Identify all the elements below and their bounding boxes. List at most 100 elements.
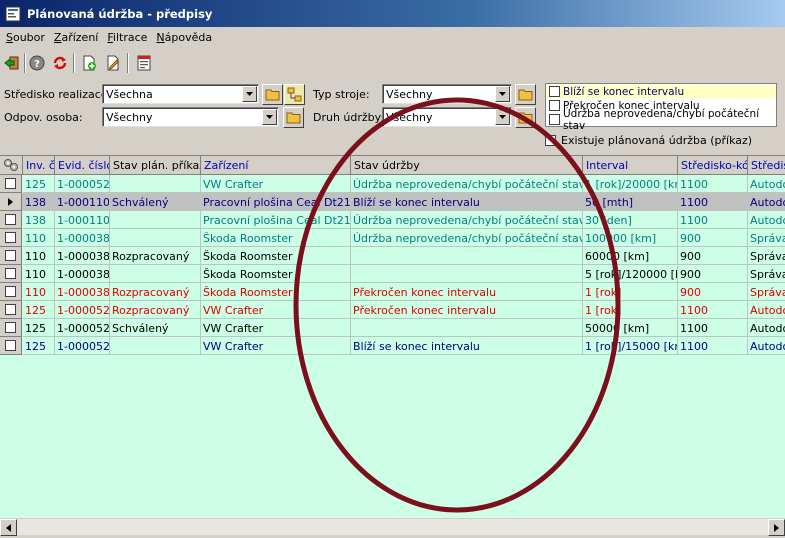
cell-stav-prikazu[interactable]: Schválený	[110, 193, 201, 211]
exists-checkbox[interactable]	[545, 135, 556, 146]
legend-item-not-performed[interactable]: Údržba neprovedena/chybí počáteční stav	[547, 108, 776, 132]
chevron-down-icon[interactable]	[262, 109, 277, 125]
row-selector[interactable]	[0, 193, 22, 211]
cell-interval[interactable]: 1 [rok]	[583, 283, 678, 301]
row-checkbox[interactable]	[5, 250, 16, 261]
cell-stav-udrzby[interactable]: Blíží se konec intervalu	[351, 193, 583, 211]
cell-zarizeni[interactable]: Škoda Roomster	[201, 265, 351, 283]
cell-zarizeni[interactable]: Pracovní plošina Ceal Dt21	[201, 193, 351, 211]
column-header-zarizeni[interactable]: Zařízení	[201, 156, 351, 175]
folder-browse-button[interactable]	[262, 84, 283, 105]
column-header-stav-prikazu[interactable]: Stav plán. příkazu	[110, 156, 201, 175]
cell-zarizeni[interactable]: Pracovní plošina Ceal Dt21	[201, 211, 351, 229]
legend-item-approaching[interactable]: Blíží se konec intervalu	[547, 85, 776, 98]
table-row[interactable]: 110 1-000038 Škoda Roomster 5 [rok]/120000 …	[0, 265, 785, 283]
row-selector[interactable]	[0, 319, 22, 337]
cell-stav-prikazu[interactable]	[110, 175, 201, 193]
row-selector[interactable]	[0, 337, 22, 355]
cell-evid[interactable]: 1-000052	[55, 337, 110, 355]
cell-evid[interactable]: 1-000110	[55, 193, 110, 211]
edit-document-icon[interactable]	[103, 53, 123, 73]
column-header-stredisko[interactable]: Středisk	[748, 156, 785, 175]
cell-stredisko[interactable]: Správa	[748, 229, 785, 247]
report-icon[interactable]	[134, 53, 154, 73]
tree-select-button[interactable]	[284, 84, 305, 105]
cell-inv[interactable]: 138	[23, 211, 55, 229]
table-row[interactable]: 138 1-000110 Pracovní plošina Ceal Dt21 Údr…	[0, 211, 785, 229]
menu-zarizeni[interactable]: Zařízení	[51, 31, 101, 44]
menu-soubor[interactable]: Soubor	[3, 31, 48, 44]
exit-icon[interactable]	[2, 53, 22, 73]
row-checkbox[interactable]	[5, 340, 16, 351]
cell-stredisko-kod[interactable]: 1100	[678, 301, 748, 319]
menu-napoveda[interactable]: Nápověda	[153, 31, 215, 44]
cell-stav-prikazu[interactable]: Rozpracovaný	[110, 247, 201, 265]
row-checkbox[interactable]	[5, 322, 16, 333]
cell-evid[interactable]: 1-000110	[55, 211, 110, 229]
horizontal-scrollbar[interactable]	[0, 518, 785, 536]
column-header-inv[interactable]: Inv. čí	[23, 156, 55, 175]
cell-interval[interactable]: 100000 [km]	[583, 229, 678, 247]
cell-stav-prikazu[interactable]	[110, 265, 201, 283]
typ-select[interactable]: Všechny	[382, 84, 512, 104]
cell-stav-prikazu[interactable]: Schválený	[110, 319, 201, 337]
cell-inv[interactable]: 138	[23, 193, 55, 211]
druh-select[interactable]: Všechny	[382, 107, 512, 127]
cell-stredisko-kod[interactable]: 1100	[678, 193, 748, 211]
cell-interval[interactable]: 5 [rok]/120000 [km]	[583, 265, 678, 283]
row-checkbox[interactable]	[5, 268, 16, 279]
table-row[interactable]: 110 1-000038 Rozpracovaný Škoda Roomster Pře…	[0, 283, 785, 301]
cell-stav-udrzby[interactable]	[351, 247, 583, 265]
scroll-right-icon[interactable]	[768, 519, 785, 536]
table-row[interactable]: 110 1-000038 Škoda Roomster Údržba neproved…	[0, 229, 785, 247]
cell-stredisko-kod[interactable]: 900	[678, 229, 748, 247]
cell-stav-prikazu[interactable]	[110, 211, 201, 229]
cell-zarizeni[interactable]: Škoda Roomster	[201, 247, 351, 265]
row-checkbox[interactable]	[5, 232, 16, 243]
row-selector[interactable]	[0, 211, 22, 229]
cell-stredisko[interactable]: Správa	[748, 265, 785, 283]
column-header-interval[interactable]: Interval	[583, 156, 678, 175]
cell-inv[interactable]: 110	[23, 283, 55, 301]
cell-stav-udrzby[interactable]: Údržba neprovedena/chybí počáteční stav	[351, 175, 583, 193]
cell-stav-prikazu[interactable]	[110, 337, 201, 355]
cell-stredisko[interactable]: Autodo	[748, 337, 785, 355]
cell-stredisko-kod[interactable]: 1100	[678, 211, 748, 229]
cell-interval[interactable]: 60000 [km]	[583, 247, 678, 265]
cell-interval[interactable]: 1 [rok]/20000 [km]	[583, 175, 678, 193]
chevron-down-icon[interactable]	[495, 109, 510, 125]
cell-stredisko[interactable]: Správa	[748, 283, 785, 301]
table-row[interactable]: 125 1-000052 VW Crafter Blíží se konec inte…	[0, 337, 785, 355]
folder-browse-button[interactable]	[515, 84, 536, 105]
cell-stav-udrzby[interactable]: Blíží se konec intervalu	[351, 337, 583, 355]
cell-stredisko[interactable]: Autodo	[748, 175, 785, 193]
cell-stav-prikazu[interactable]: Rozpracovaný	[110, 283, 201, 301]
cell-inv[interactable]: 110	[23, 265, 55, 283]
cell-inv[interactable]: 125	[23, 301, 55, 319]
cell-interval[interactable]: 30 [den]	[583, 211, 678, 229]
column-header-stredisko-kod[interactable]: Středisko-kód	[678, 156, 748, 175]
stredisko-select[interactable]: Všechna	[102, 84, 259, 104]
cell-stredisko[interactable]: Správa	[748, 247, 785, 265]
row-selector[interactable]	[0, 247, 22, 265]
row-checkbox[interactable]	[5, 286, 16, 297]
cell-interval[interactable]: 50000 [km]	[583, 319, 678, 337]
cell-zarizeni[interactable]: VW Crafter	[201, 319, 351, 337]
cell-stredisko-kod[interactable]: 1100	[678, 319, 748, 337]
cell-evid[interactable]: 1-000038	[55, 283, 110, 301]
cell-stav-udrzby[interactable]: Údržba neprovedena/chybí počáteční stav	[351, 229, 583, 247]
cell-inv[interactable]: 110	[23, 247, 55, 265]
legend-checkbox[interactable]	[549, 114, 560, 125]
legend-checkbox[interactable]	[549, 86, 560, 97]
refresh-icon[interactable]	[50, 53, 70, 73]
row-selector[interactable]	[0, 229, 22, 247]
legend-checkbox[interactable]	[549, 100, 560, 111]
cell-stav-prikazu[interactable]: Rozpracovaný	[110, 301, 201, 319]
chevron-down-icon[interactable]	[495, 86, 510, 102]
cell-stav-udrzby[interactable]: Překročen konec intervalu	[351, 301, 583, 319]
cell-stredisko[interactable]: Autodo	[748, 193, 785, 211]
cell-evid[interactable]: 1-000038	[55, 265, 110, 283]
cell-inv[interactable]: 125	[23, 337, 55, 355]
cell-stredisko-kod[interactable]: 1100	[678, 337, 748, 355]
cell-stav-udrzby[interactable]	[351, 319, 583, 337]
